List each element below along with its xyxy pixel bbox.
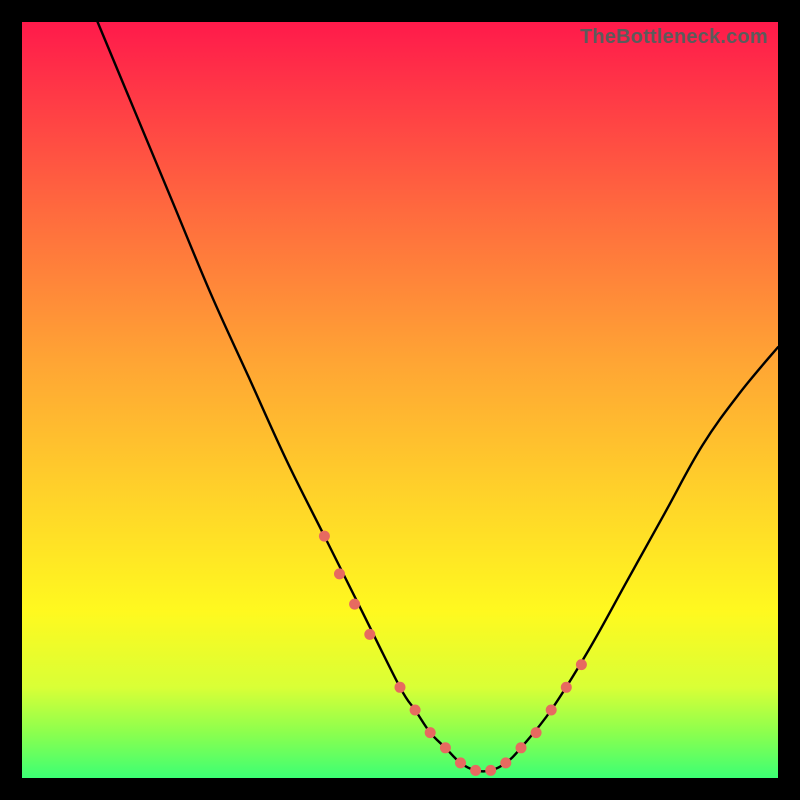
- marker-dot: [576, 659, 587, 670]
- marker-dot: [349, 599, 360, 610]
- marker-dot: [531, 727, 542, 738]
- bottleneck-curve: [98, 22, 778, 771]
- marker-dot: [455, 757, 466, 768]
- marker-dot: [364, 629, 375, 640]
- marker-dot: [319, 531, 330, 542]
- marker-dot: [425, 727, 436, 738]
- marker-dot: [334, 568, 345, 579]
- curve-svg: [22, 22, 778, 778]
- marker-dot: [410, 705, 421, 716]
- chart-frame: TheBottleneck.com: [0, 0, 800, 800]
- marker-dot: [395, 682, 406, 693]
- marker-dot: [440, 742, 451, 753]
- marker-dot: [485, 765, 496, 776]
- marker-dot: [470, 765, 481, 776]
- plot-area: TheBottleneck.com: [22, 22, 778, 778]
- marker-dot: [546, 705, 557, 716]
- marker-dot: [561, 682, 572, 693]
- highlight-markers: [319, 531, 587, 776]
- marker-dot: [516, 742, 527, 753]
- marker-dot: [500, 757, 511, 768]
